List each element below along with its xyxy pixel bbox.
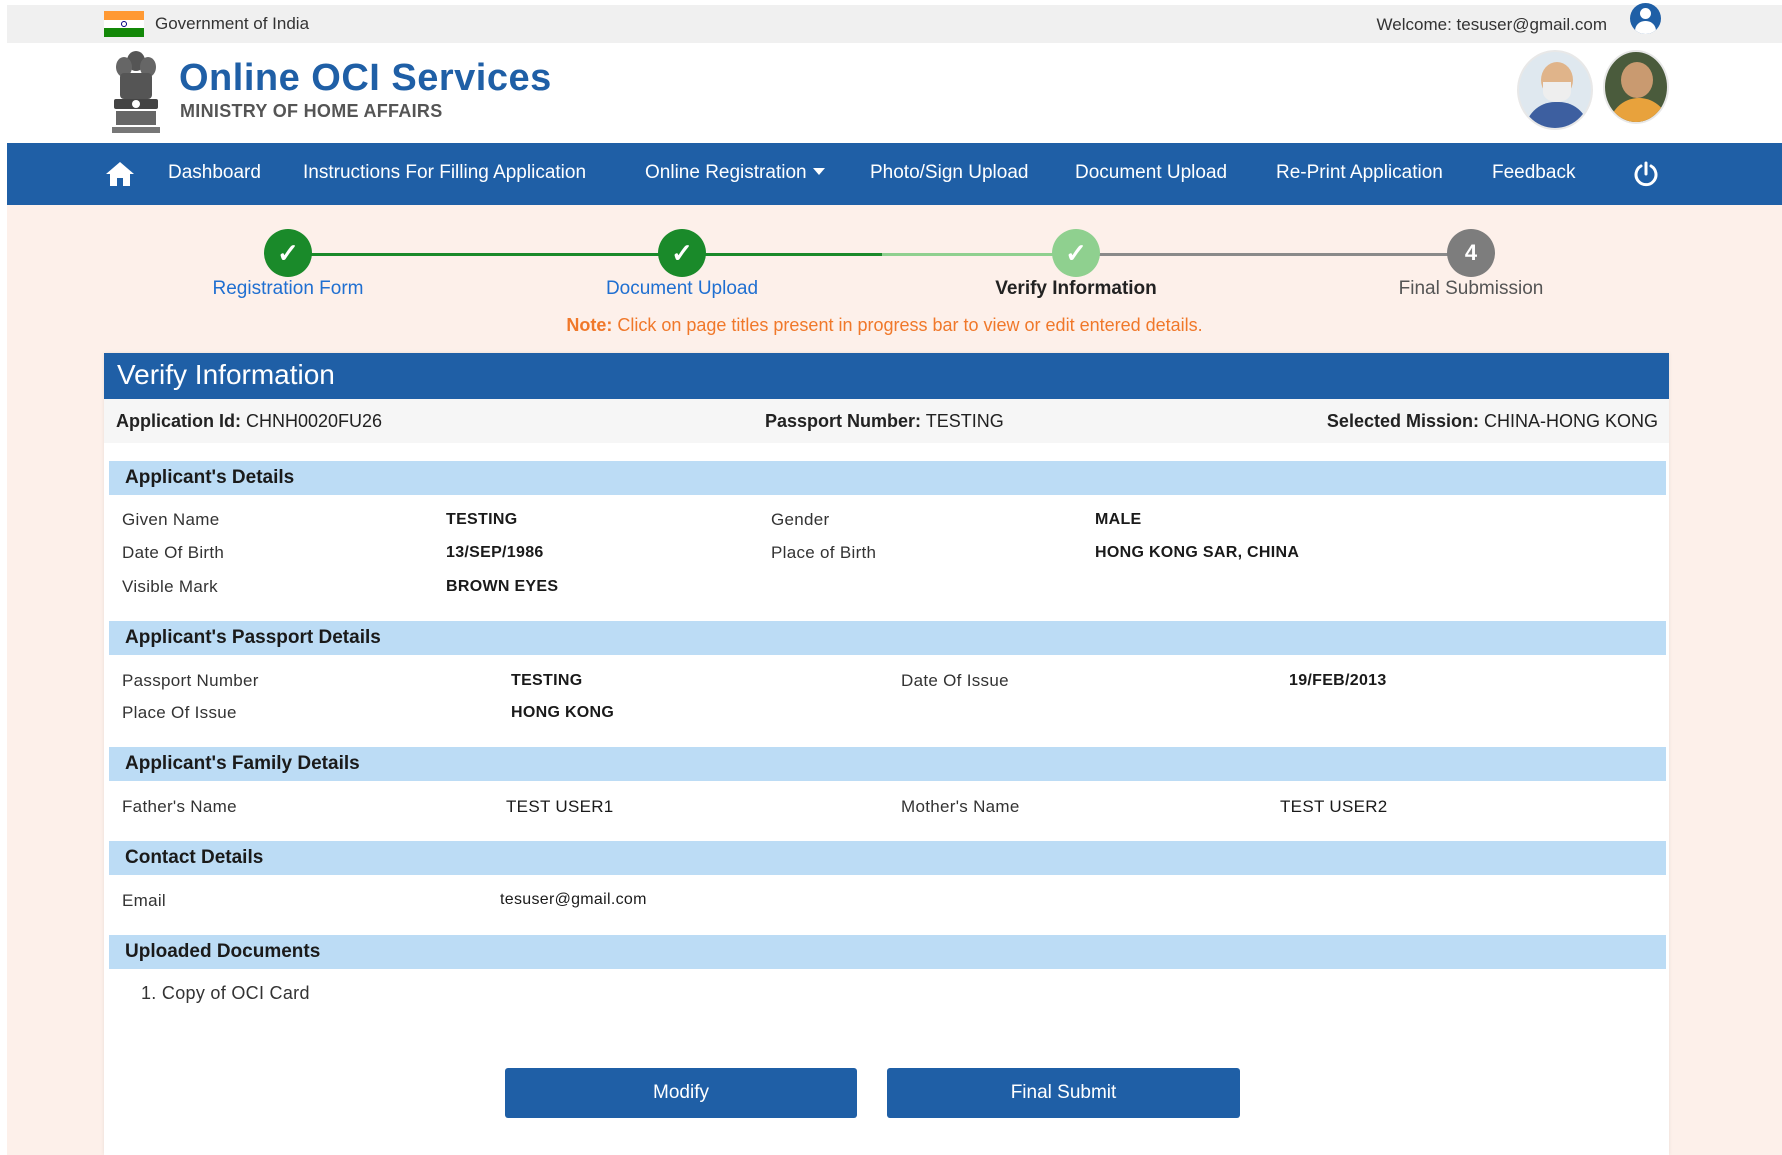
- nav-online-registration[interactable]: Online Registration: [645, 162, 825, 184]
- selected-mission-value: CHINA-HONG KONG: [1483, 411, 1658, 431]
- passport-number-info-label: Passport Number:: [765, 411, 922, 431]
- progress-note: Note: Click on page titles present in pr…: [102, 315, 1667, 336]
- gov-label: Government of India: [155, 14, 310, 33]
- given-name-value: TESTING: [446, 511, 518, 528]
- step-registration-icon[interactable]: ✓: [264, 229, 312, 277]
- site-title: Online OCI Services: [179, 57, 552, 99]
- progress-line-4: [1082, 253, 1477, 256]
- main-nav: Dashboard Instructions For Filling Appli…: [7, 143, 1782, 205]
- note-text: Click on page titles present in progress…: [617, 315, 1203, 335]
- selected-mission: Selected Mission: CHINA-HONG KONG: [1327, 411, 1658, 432]
- passport-number-info: Passport Number: TESTING: [765, 411, 1004, 432]
- site-subtitle: MINISTRY OF HOME AFFAIRS: [180, 101, 443, 121]
- passport-number-value: TESTING: [511, 672, 583, 689]
- nav-instructions[interactable]: Instructions For Filling Application: [303, 162, 586, 184]
- passport-number-info-value: TESTING: [925, 411, 1004, 431]
- date-of-issue-value: 19/FEB/2013: [1289, 672, 1387, 689]
- section-applicant-details: Applicant's Details: [109, 461, 1666, 495]
- nav-online-registration-label: Online Registration: [645, 162, 807, 183]
- gender-value: MALE: [1095, 511, 1142, 528]
- verify-title: Verify Information: [104, 353, 1669, 399]
- step-final-submission: Final Submission: [1398, 278, 1544, 299]
- nav-dashboard[interactable]: Dashboard: [168, 162, 261, 184]
- logout-power-icon[interactable]: [1633, 161, 1659, 187]
- dob-value: 13/SEP/1986: [446, 544, 544, 561]
- portrait-image-2: [1603, 50, 1669, 124]
- verify-card: Verify Information Application Id: CHNH0…: [104, 353, 1669, 1155]
- mother-name-value: TEST USER2: [1280, 797, 1388, 816]
- site-header: Online OCI Services MINISTRY OF HOME AFF…: [7, 43, 1782, 143]
- application-id: Application Id: CHNH0020FU26: [116, 411, 382, 432]
- progress-line-2: [682, 253, 882, 256]
- gender-label: Gender: [771, 510, 830, 529]
- step-document-upload-icon[interactable]: ✓: [658, 229, 706, 277]
- user-email: tesuser@gmail.com: [1456, 15, 1607, 34]
- place-of-issue-label: Place Of Issue: [122, 703, 237, 722]
- selected-mission-label: Selected Mission:: [1326, 411, 1479, 431]
- step-registration-form[interactable]: Registration Form: [213, 278, 364, 300]
- pob-value: HONG KONG SAR, CHINA: [1095, 544, 1300, 561]
- section-contact-details: Contact Details: [109, 841, 1666, 875]
- email-value: tesuser@gmail.com: [500, 891, 647, 908]
- nav-reprint-application[interactable]: Re-Print Application: [1276, 162, 1443, 184]
- father-name-value: TEST USER1: [506, 797, 614, 816]
- india-flag-icon: [104, 11, 144, 37]
- welcome-text: Welcome: tesuser@gmail.com: [1377, 15, 1607, 35]
- portrait-image-1: [1517, 50, 1593, 130]
- modify-button[interactable]: Modify: [505, 1068, 857, 1118]
- chevron-down-icon: [812, 168, 825, 175]
- mother-name-label: Mother's Name: [901, 797, 1020, 816]
- email-label: Email: [122, 891, 167, 910]
- nav-photo-sign-upload[interactable]: Photo/Sign Upload: [870, 162, 1028, 184]
- nav-document-upload[interactable]: Document Upload: [1075, 162, 1227, 184]
- progress-line-1: [288, 253, 684, 256]
- step-verify-information: Verify Information: [995, 278, 1157, 299]
- welcome-label: Welcome:: [1376, 15, 1452, 34]
- section-uploaded-documents: Uploaded Documents: [109, 935, 1666, 969]
- step-verify-icon: ✓: [1052, 229, 1100, 277]
- application-id-label: Application Id:: [116, 411, 241, 431]
- section-passport-details: Applicant's Passport Details: [109, 621, 1666, 655]
- nav-feedback[interactable]: Feedback: [1492, 162, 1575, 184]
- gov-topbar: Government of India Welcome: tesuser@gma…: [7, 5, 1782, 43]
- application-id-value: CHNH0020FU26: [246, 411, 383, 431]
- home-icon[interactable]: [105, 161, 135, 187]
- application-info-bar: Application Id: CHNH0020FU26 Passport Nu…: [104, 399, 1669, 443]
- section-family-details: Applicant's Family Details: [109, 747, 1666, 781]
- date-of-issue-label: Date Of Issue: [901, 671, 1009, 690]
- dob-label: Date Of Birth: [122, 543, 225, 562]
- place-of-issue-value: HONG KONG: [511, 704, 615, 721]
- user-account-icon[interactable]: [1630, 3, 1661, 34]
- pob-label: Place of Birth: [771, 543, 877, 562]
- national-emblem-icon: [112, 51, 160, 133]
- visible-mark-label: Visible Mark: [122, 577, 218, 596]
- passport-number-label: Passport Number: [122, 671, 259, 690]
- step-final-submission-icon: 4: [1447, 229, 1495, 277]
- document-list-item: 1. Copy of OCI Card: [141, 983, 310, 1003]
- father-name-label: Father's Name: [122, 797, 237, 816]
- final-submit-button[interactable]: Final Submit: [887, 1068, 1240, 1118]
- visible-mark-value: BROWN EYES: [446, 578, 559, 595]
- main-content: ✓ ✓ ✓ 4 Registration Form Document Uploa…: [7, 205, 1782, 1155]
- step-document-upload[interactable]: Document Upload: [606, 278, 758, 300]
- given-name-label: Given Name: [122, 510, 220, 529]
- note-label: Note:: [566, 315, 613, 335]
